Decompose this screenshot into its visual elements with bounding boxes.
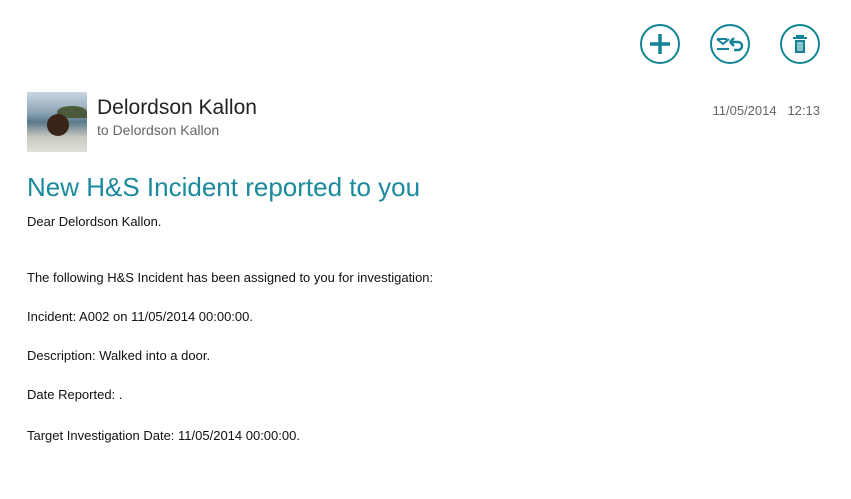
new-button[interactable] xyxy=(640,24,680,64)
subject: New H&S Incident reported to you xyxy=(27,172,421,202)
body-line: Incident: A002 on 11/05/2014 00:00:00. xyxy=(27,309,254,324)
trash-icon xyxy=(793,35,807,53)
sender-name: Delordson Kallon xyxy=(97,96,257,119)
body-line: The following H&S Incident has been assi… xyxy=(27,270,434,285)
respond-button[interactable] xyxy=(710,24,750,64)
body-line: Description: Walked into a door. xyxy=(27,348,211,363)
time: 12:13 xyxy=(787,103,820,118)
date: 11/05/2014 xyxy=(712,103,777,118)
delete-button[interactable] xyxy=(780,24,820,64)
body-line: Dear Delordson Kallon. xyxy=(27,214,162,229)
recipient: to Delordson Kallon xyxy=(97,122,220,138)
body-line: Date Reported: . xyxy=(27,387,123,402)
plus-icon xyxy=(650,34,670,54)
reply-mail-icon xyxy=(716,37,744,52)
body-line: Target Investigation Date: 11/05/2014 00… xyxy=(27,428,300,443)
sender-avatar xyxy=(27,92,87,152)
timestamp: 11/05/2014 12:13 xyxy=(713,103,821,118)
